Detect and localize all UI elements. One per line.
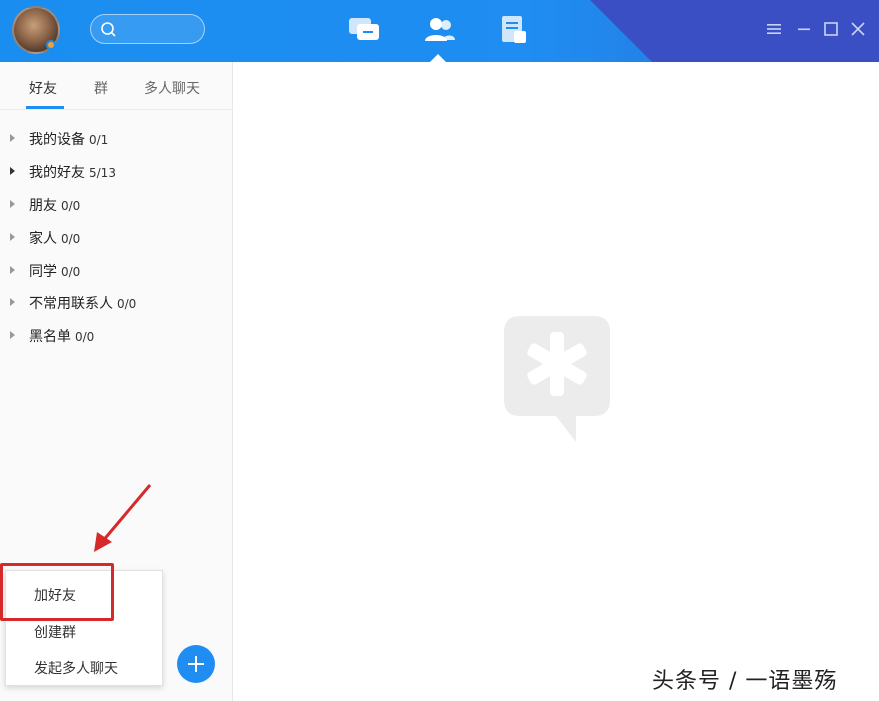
group-count: 0/0 — [61, 199, 81, 213]
group-name: 不常用联系人 — [29, 296, 113, 312]
expand-caret-icon — [10, 134, 15, 142]
group-name: 同学 — [29, 264, 57, 280]
search-icon — [101, 22, 116, 37]
annotation-arrow-icon — [94, 484, 152, 552]
group-row-my-friends[interactable]: 我的好友 5/13 — [0, 159, 233, 185]
group-count: 0/0 — [61, 232, 81, 246]
menu-item-create-group[interactable]: 创建群 — [34, 622, 76, 642]
group-row-blacklist[interactable]: 黑名单 0/0 — [0, 323, 233, 349]
expand-caret-icon — [10, 298, 15, 306]
contact-tabs: 好友 群 多人聊天 — [0, 62, 233, 110]
group-count: 0/0 — [75, 330, 95, 344]
group-count: 0/0 — [61, 265, 81, 279]
group-row-classmates[interactable]: 同学 0/0 — [0, 258, 233, 284]
annotation-highlight-box — [0, 563, 114, 621]
active-nav-indicator — [430, 54, 446, 62]
group-row-friends[interactable]: 朋友 0/0 — [0, 192, 233, 218]
group-row-devices[interactable]: 我的设备 0/1 — [0, 126, 233, 152]
menu-item-start-multi-chat[interactable]: 发起多人聊天 — [34, 658, 118, 678]
add-button[interactable] — [177, 645, 215, 683]
expand-caret-icon — [10, 233, 15, 241]
group-count: 5/13 — [89, 166, 116, 180]
group-count: 0/1 — [89, 133, 109, 147]
maximize-icon[interactable] — [822, 20, 840, 38]
group-row-infrequent[interactable]: 不常用联系人 0/0 — [0, 290, 233, 316]
tab-multi-chat[interactable]: 多人聊天 — [144, 78, 200, 98]
chat-icon — [349, 18, 379, 40]
nav-documents[interactable] — [497, 14, 533, 46]
nav-messages[interactable] — [347, 14, 383, 46]
group-name: 黑名单 — [29, 329, 71, 345]
expand-caret-icon — [10, 200, 15, 208]
group-name: 家人 — [29, 231, 57, 247]
minimize-icon[interactable] — [795, 20, 813, 38]
search-box[interactable] — [90, 14, 205, 44]
expand-caret-icon — [10, 266, 15, 274]
empty-state-logo-icon — [504, 316, 610, 442]
group-name: 我的设备 — [29, 132, 85, 148]
tab-friends[interactable]: 好友 — [29, 78, 57, 98]
expand-caret-icon — [10, 167, 15, 175]
group-count: 0/0 — [117, 297, 137, 311]
group-name: 朋友 — [29, 198, 57, 214]
plus-icon — [188, 656, 204, 672]
active-tab-underline — [26, 106, 64, 109]
menu-icon[interactable] — [765, 20, 783, 38]
group-name: 我的好友 — [29, 165, 85, 181]
contacts-icon — [425, 18, 455, 41]
group-row-family[interactable]: 家人 0/0 — [0, 225, 233, 251]
nav-contacts[interactable] — [422, 14, 458, 46]
title-bar — [0, 0, 879, 62]
app-window: 好友 群 多人聊天 我的设备 0/1 我的好友 5/13 朋友 0/0 家人 0/0 — [0, 0, 879, 701]
document-icon — [502, 16, 526, 43]
watermark-text: 头条号 / 一语墨殇 — [652, 669, 838, 694]
expand-caret-icon — [10, 331, 15, 339]
close-icon[interactable] — [849, 20, 867, 38]
status-dot[interactable] — [46, 40, 56, 50]
tab-groups[interactable]: 群 — [94, 78, 108, 98]
